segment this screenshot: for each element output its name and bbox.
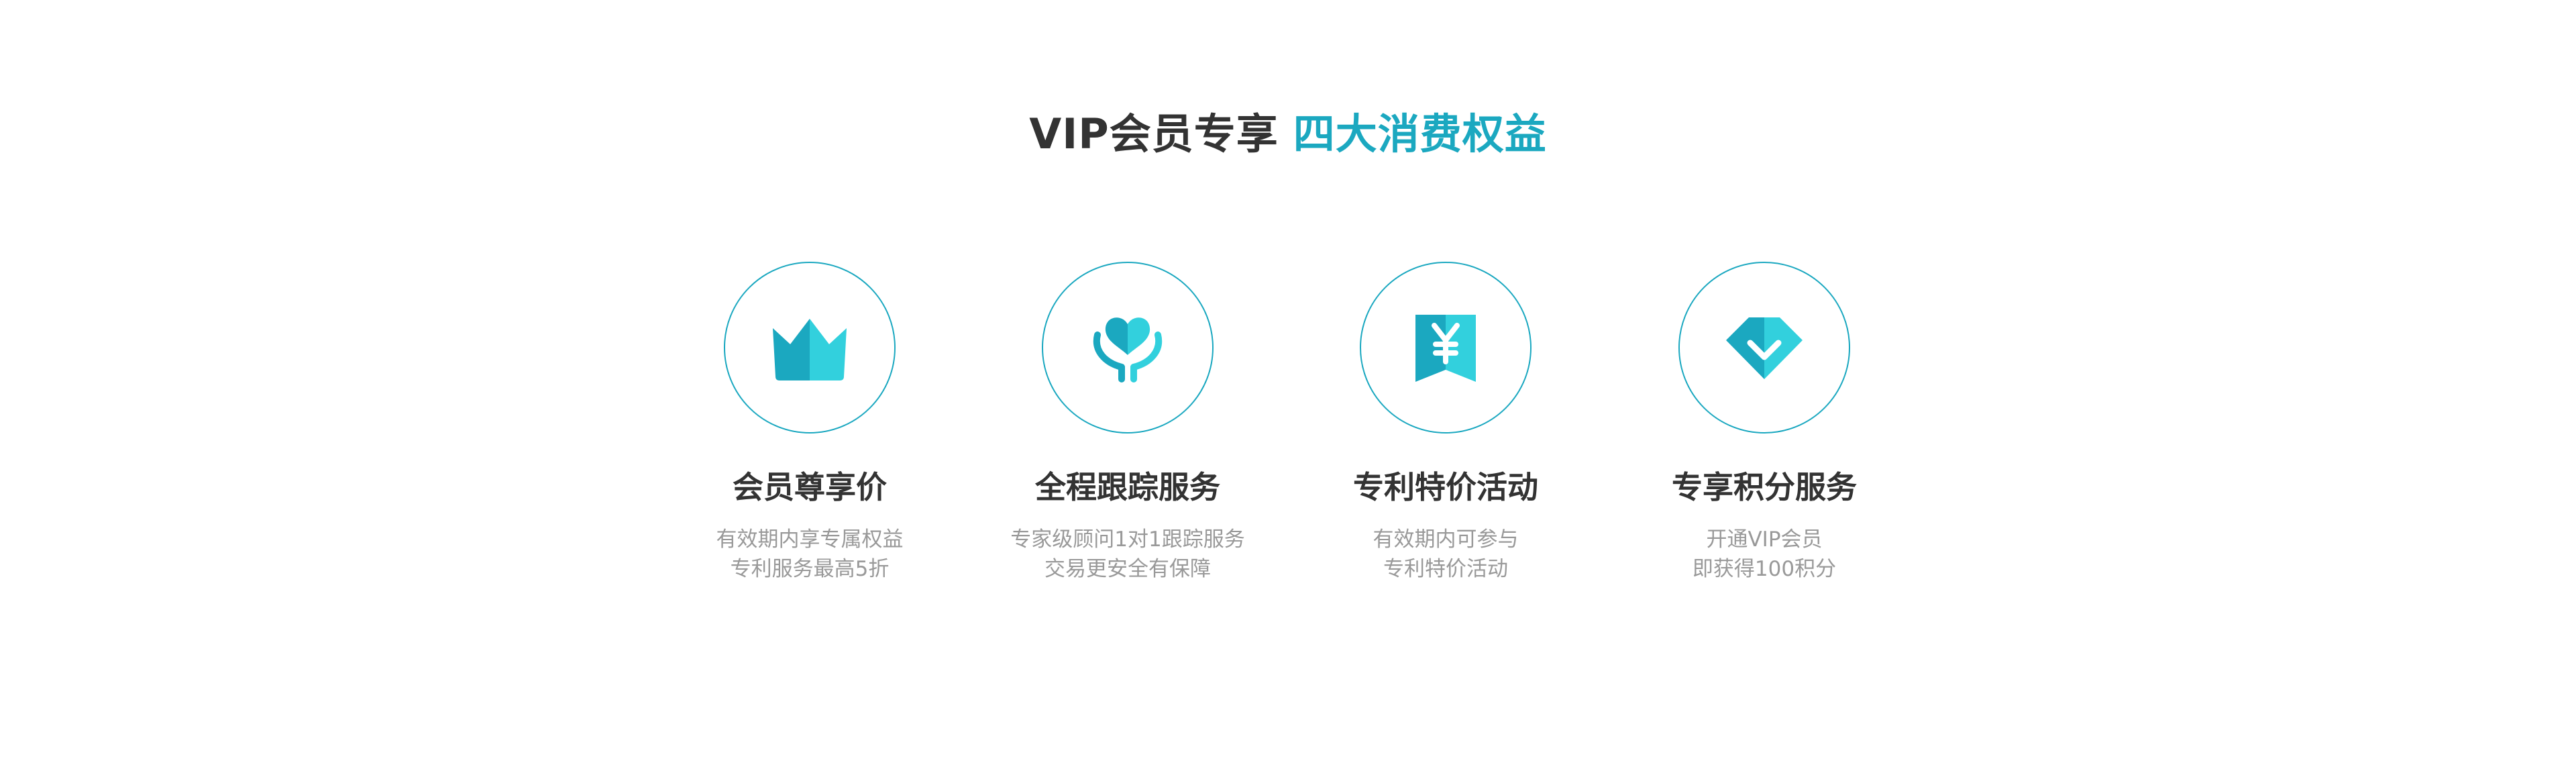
benefit-desc-line: 即获得100积分 [1692,557,1837,581]
benefit-icon-circle [724,262,896,434]
heart-hands-icon [1093,317,1163,382]
benefit-points-service: 专享积分服务 开通VIP会员 即获得100积分 [1563,262,1966,584]
benefit-desc-line: 开通VIP会员 [1706,527,1823,552]
benefit-icon-circle [1042,262,1214,434]
diamond-icon [1726,317,1803,379]
vip-benefits-section: VIP会员专享 四大消费权益 会员尊享价 有效期内享专属权益 专利服务最高5折 全… [0,0,2576,765]
headline-accent: 四大消费权益 [1293,109,1547,158]
benefit-icon-circle [1678,262,1850,434]
headline-main: VIP会员专享 [1029,109,1279,158]
section-headline: VIP会员专享 四大消费权益 [0,101,2576,168]
benefit-title: 专享积分服务 [1672,469,1857,505]
benefit-description: 开通VIP会员 即获得100积分 [1563,525,1966,584]
yen-tag-icon [1415,315,1476,382]
crown-icon [773,319,847,380]
benefit-icon-circle [1360,262,1532,434]
